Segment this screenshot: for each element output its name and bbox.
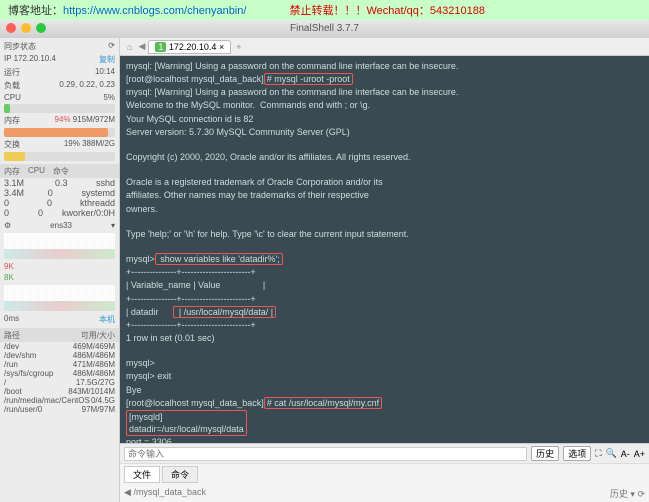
fs-row: /17.5G/27G xyxy=(0,378,119,387)
process-row: 3.1M0.3sshd xyxy=(0,178,119,188)
fs-row: /run/media/mac/CentOS0/4.5G xyxy=(0,396,119,405)
minimize-icon[interactable] xyxy=(21,23,31,33)
close-icon[interactable] xyxy=(6,23,16,33)
font-minus-icon[interactable]: A- xyxy=(621,449,630,459)
command-input[interactable] xyxy=(124,447,527,461)
refresh-icon[interactable]: ⟳ xyxy=(108,41,115,52)
process-row: 00kworker/0:0H xyxy=(0,208,119,218)
mem-bar xyxy=(4,128,108,137)
session-tab[interactable]: 1 172.20.10.4 × xyxy=(148,40,231,54)
banner-warn: 禁止转载！！！ xyxy=(290,5,367,17)
net-chart xyxy=(4,233,115,259)
home-icon[interactable]: ⌂ xyxy=(124,42,135,52)
process-list: 3.1M0.3sshd3.4M0systemd00kthreadd00kwork… xyxy=(0,178,119,218)
window-title: FinalShell 3.7.7 xyxy=(290,23,359,34)
session-tabbar: ⌂ ◀ 1 172.20.10.4 × + xyxy=(120,38,649,56)
fs-row: /boot843M/1014M xyxy=(0,387,119,396)
cmd-cat-cnf: # cat /usr/local/mysql/my.cnf xyxy=(264,397,382,409)
fs-row: /run471M/486M xyxy=(0,360,119,369)
settings-icon[interactable]: ⚙ xyxy=(4,221,11,230)
fs-row: /sys/fs/cgroup486M/486M xyxy=(0,369,119,378)
swap-bar xyxy=(4,152,25,161)
cnf-mysqld: [mysqld] datadir=/usr/local/mysql/data xyxy=(126,410,247,436)
add-tab-icon[interactable]: + xyxy=(233,42,244,52)
cmd-show-vars: show variables like 'datadir%'; xyxy=(155,253,283,265)
tab-commands[interactable]: 命令 xyxy=(162,466,198,483)
stats-sidebar: 同步状态⟳ IP 172.20.10.4复制 运行10:14 负载0.29, 0… xyxy=(0,38,120,502)
datadir-value: | /usr/local/mysql/data/ | xyxy=(173,306,276,318)
ip-value: 172.20.10.4 xyxy=(14,54,56,63)
terminal-output[interactable]: mysql: [Warning] Using a password on the… xyxy=(120,56,649,443)
expand-icon[interactable]: ⛶ xyxy=(595,448,601,459)
back-icon[interactable]: ◀ xyxy=(135,41,148,52)
cpu-bar xyxy=(4,104,10,113)
options-button[interactable]: 选项 xyxy=(563,446,591,461)
contact-value: 543210188 xyxy=(430,5,485,17)
refresh-host[interactable]: 本机 xyxy=(99,314,115,325)
fs-row: /dev469M/469M xyxy=(0,342,119,351)
filesystem-list: /dev469M/469M/dev/shm486M/486M/run471M/4… xyxy=(0,342,119,414)
history-button[interactable]: 历史 xyxy=(531,446,559,461)
banner-label: 博客地址： xyxy=(8,5,63,17)
fs-row: /run/user/097M/97M xyxy=(0,405,119,414)
current-path: /mysql_data_back xyxy=(133,487,206,497)
maximize-icon[interactable] xyxy=(36,23,46,33)
search-icon[interactable]: 🔍 xyxy=(606,448,617,459)
process-row: 00kthreadd xyxy=(0,198,119,208)
tab-close-icon[interactable]: × xyxy=(219,42,224,52)
sync-status-label: 同步状态 xyxy=(4,41,36,52)
process-row: 3.4M0systemd xyxy=(0,188,119,198)
copy-button[interactable]: 复制 xyxy=(99,54,115,65)
contact-label: Wechat/qq： xyxy=(367,5,430,17)
fs-row: /dev/shm486M/486M xyxy=(0,351,119,360)
top-banner: 博客地址：https://www.cnblogs.com/chenyanbin/… xyxy=(0,0,649,20)
cmd-mysql-login: # mysql -uroot -proot xyxy=(264,73,353,85)
blog-url[interactable]: https://www.cnblogs.com/chenyanbin/ xyxy=(63,5,246,17)
tab-files[interactable]: 文件 xyxy=(124,466,160,483)
font-plus-icon[interactable]: A+ xyxy=(634,449,645,459)
window-titlebar: FinalShell 3.7.7 xyxy=(0,20,649,38)
net-interface: ens33 xyxy=(50,221,72,230)
path-history-button[interactable]: 历史 xyxy=(610,489,628,499)
refresh-path-icon[interactable]: ⟳ xyxy=(637,489,645,500)
lat-chart xyxy=(4,285,115,311)
back-nav-icon[interactable]: ◀ xyxy=(124,487,131,498)
